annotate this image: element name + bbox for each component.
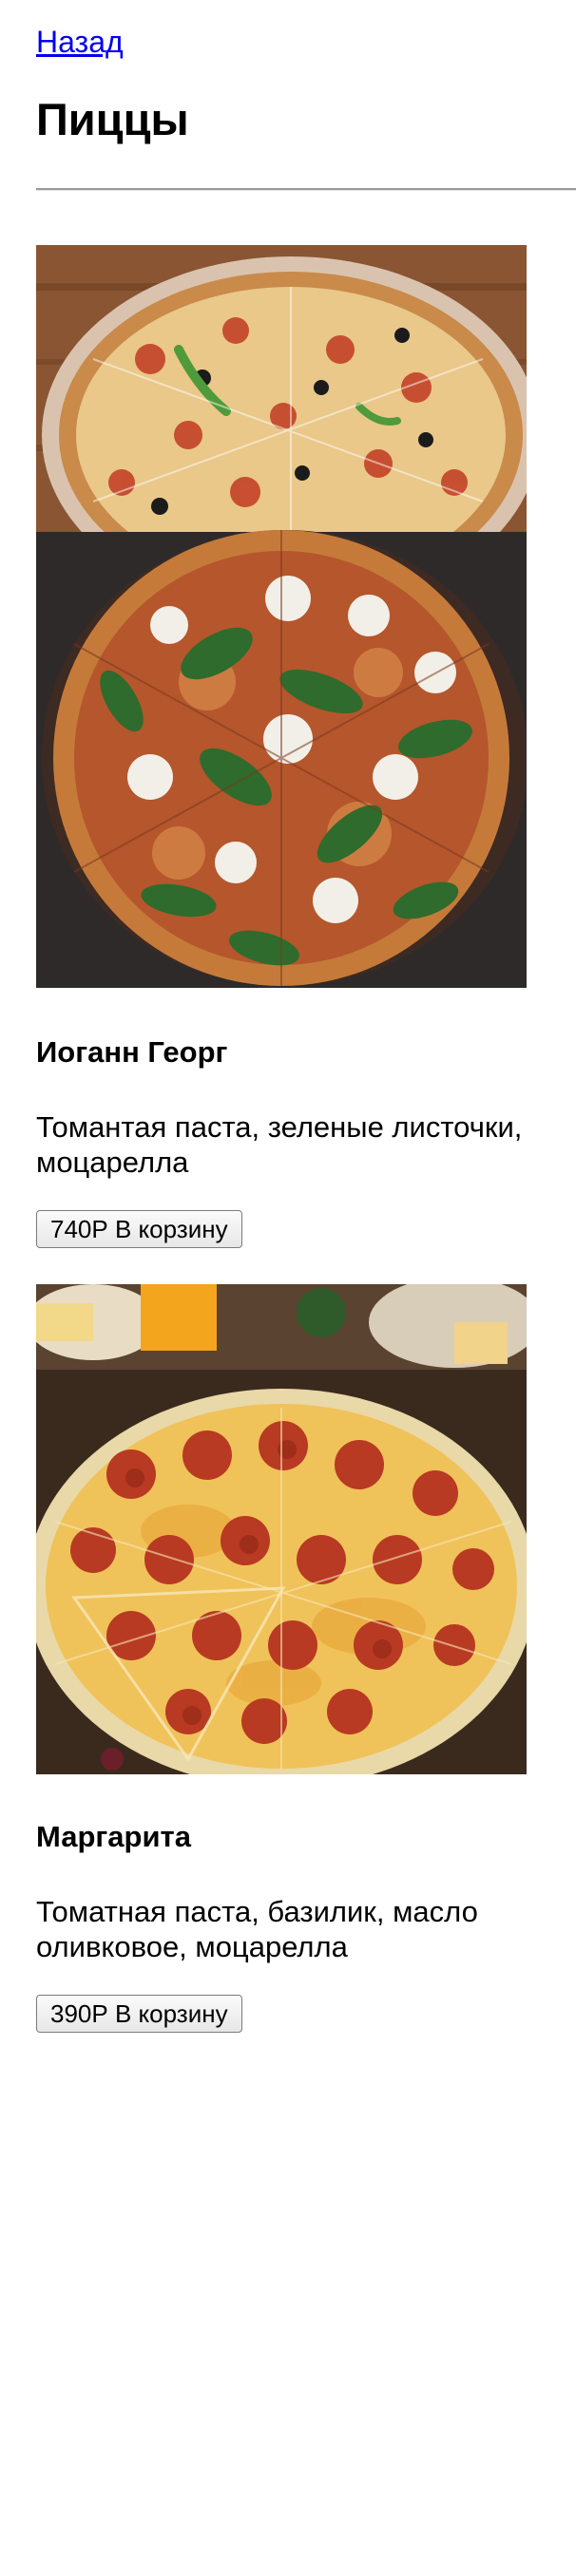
pizza-description: Томантая паста, зеленые листочки, моцаре…	[36, 1110, 523, 1179]
header-divider	[36, 188, 576, 191]
pizza-name: Маргарита	[36, 1820, 191, 1853]
pizza-name: Иоганн Георг	[36, 1035, 228, 1069]
add-to-cart-button[interactable]: 740Р В корзину	[36, 1210, 242, 1248]
pizza-image-ioganng-georg	[36, 245, 527, 988]
add-to-cart-button[interactable]: 390Р В корзину	[36, 1995, 242, 2033]
pizza-description: Томатная паста, базилик, масло оливковое…	[36, 1895, 478, 1963]
back-link[interactable]: Назад	[36, 23, 124, 61]
pizza-image-margarita	[36, 1284, 527, 1774]
page-title: Пиццы	[36, 94, 189, 144]
